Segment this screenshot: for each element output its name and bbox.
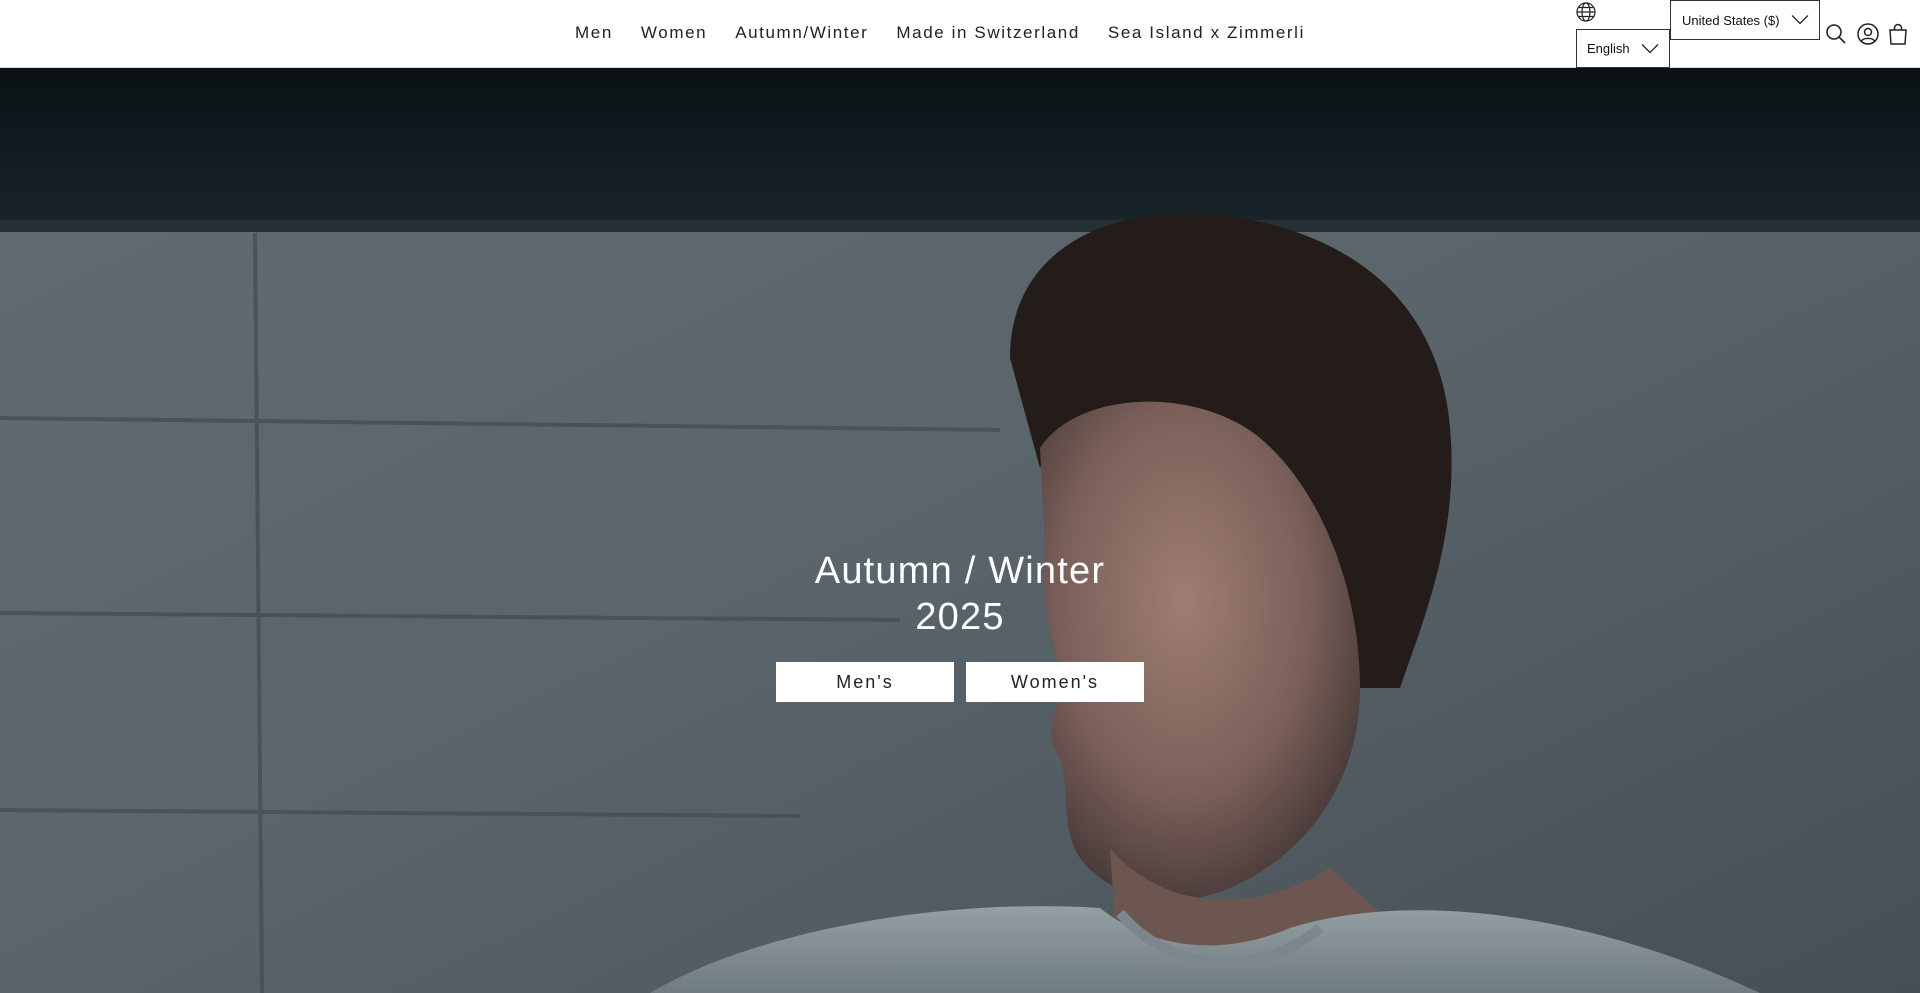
shop-womens-button[interactable]: Women's [966, 662, 1144, 702]
hero-content: Autumn / Winter 2025 Men's Women's [776, 548, 1144, 702]
cart-icon[interactable] [1886, 22, 1910, 46]
language-select[interactable]: English [1576, 29, 1670, 68]
nav-item-made-in-switzerland[interactable]: Made in Switzerland [896, 22, 1079, 44]
nav-item-autumn-winter[interactable]: Autumn/Winter [735, 22, 868, 44]
account-icon[interactable] [1856, 22, 1880, 46]
hero-image [0, 68, 1920, 993]
country-select[interactable]: United States ($) [1670, 0, 1820, 40]
site-header: Men Women Autumn/Winter Made in Switzerl… [0, 0, 1920, 68]
hero-buttons: Men's Women's [776, 662, 1144, 702]
nav-item-women[interactable]: Women [641, 22, 707, 44]
chevron-down-icon [1641, 41, 1659, 56]
chevron-down-icon [1791, 13, 1809, 28]
globe-icon [1575, 1, 1597, 23]
country-select-value: United States ($) [1682, 12, 1780, 28]
hero-title: Autumn / Winter 2025 [814, 550, 1106, 638]
search-icon[interactable] [1824, 22, 1848, 46]
nav-item-sea-island[interactable]: Sea Island x Zimmerli [1108, 22, 1305, 44]
shop-mens-button[interactable]: Men's [776, 662, 954, 702]
language-select-value: English [1587, 41, 1630, 56]
hero-banner: Autumn / Winter 2025 Men's Women's [0, 68, 1920, 993]
nav-item-men[interactable]: Men [575, 22, 613, 44]
